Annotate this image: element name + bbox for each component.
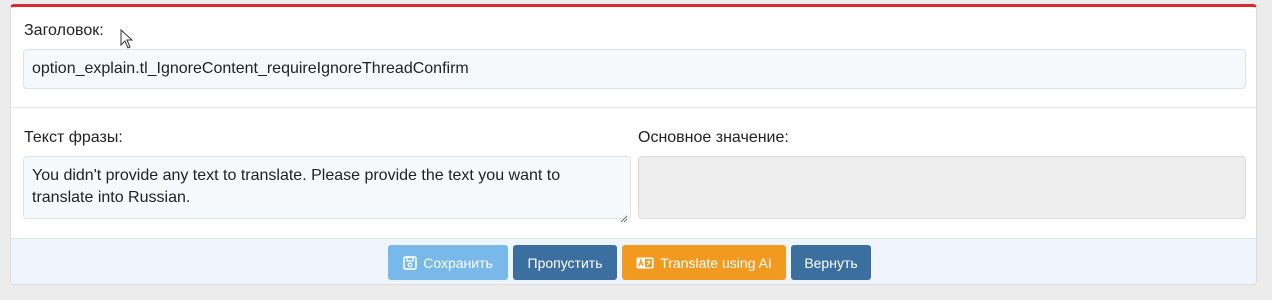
main-value-label: Основное значение: [638,129,789,146]
mouse-cursor-icon [120,28,134,49]
skip-button-label: Пропустить [527,254,603,271]
main-value-field [638,156,1246,219]
translate-icon [636,257,654,269]
phrase-edit-panel: Заголовок: option_explain.tl_IgnoreConte… [10,4,1257,285]
save-button[interactable]: Сохранить [388,245,508,280]
title-label: Заголовок: [24,22,104,39]
title-input[interactable]: option_explain.tl_IgnoreContent_requireI… [23,49,1246,89]
title-section: Заголовок: option_explain.tl_IgnoreConte… [11,7,1256,108]
revert-button[interactable]: Вернуть [791,245,871,280]
phrase-textarea[interactable]: You didn't provide any text to translate… [23,156,631,223]
save-button-label: Сохранить [423,254,493,271]
phrase-text-value: You didn't provide any text to translate… [32,167,561,206]
skip-button[interactable]: Пропустить [513,245,617,280]
translate-ai-button[interactable]: Translate using AI [622,245,786,280]
translate-ai-button-label: Translate using AI [660,254,772,271]
resize-grip-icon[interactable] [620,208,628,223]
floppy-disk-icon [403,255,417,270]
phrase-text-label: Текст фразы: [24,129,123,146]
action-footer: Сохранить Пропустить Translate using AI … [11,238,1256,284]
revert-button-label: Вернуть [804,254,858,271]
